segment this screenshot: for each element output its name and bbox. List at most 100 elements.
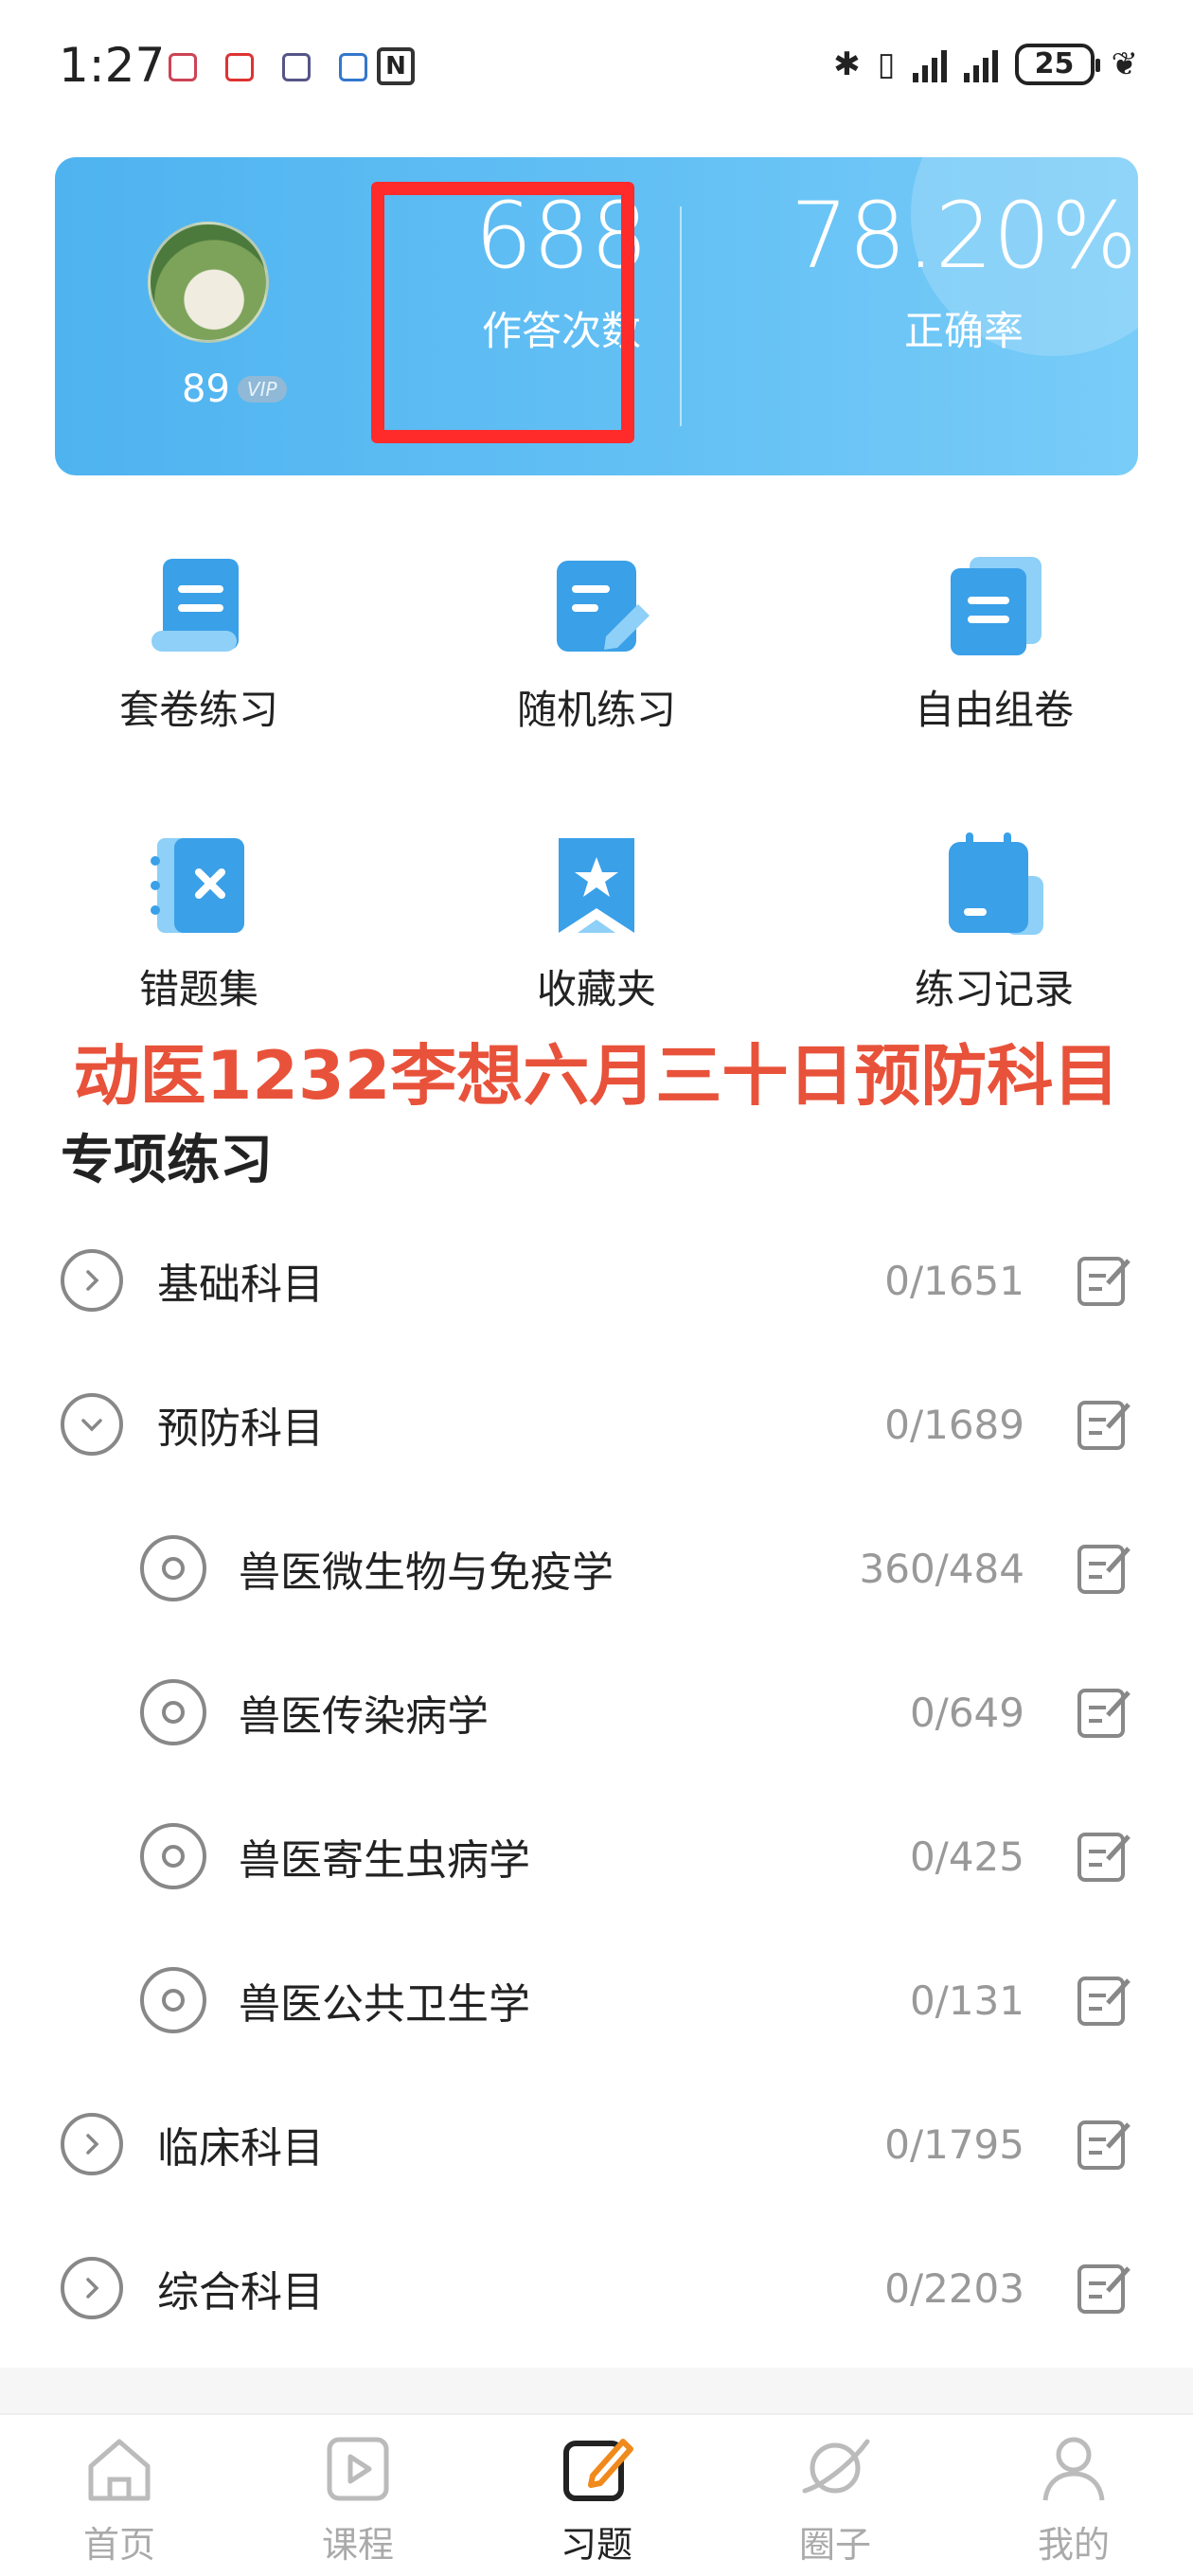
avatar[interactable] (148, 222, 269, 343)
tab-label: 习题 (560, 2524, 632, 2566)
chevron-right-icon[interactable] (61, 2257, 123, 2319)
edit-icon[interactable] (1076, 1971, 1134, 2030)
edit-icon[interactable] (1076, 2259, 1134, 2317)
accuracy-label: 正确率 (903, 308, 1024, 354)
list-item[interactable]: 兽医微生物与免疫学 360/484 (0, 1496, 1193, 1640)
feature-label: 练习记录 (914, 966, 1074, 1012)
edit-icon[interactable] (1076, 1251, 1134, 1310)
chevron-right-icon[interactable] (61, 2113, 123, 2175)
red-highlight-box (371, 182, 634, 443)
stacked-doc-icon (951, 557, 1042, 655)
list-item[interactable]: 兽医公共卫生学 0/131 (0, 1928, 1193, 2072)
vibrate-icon: ▯ (877, 45, 896, 83)
app-notification-icon (169, 53, 197, 81)
tab-community[interactable]: 圈子 (716, 2415, 954, 2576)
app-notification-icon (225, 53, 254, 81)
chevron-down-icon[interactable] (61, 1393, 123, 1456)
chevron-right-icon[interactable] (61, 1249, 123, 1312)
accuracy-stat[interactable]: 78.20% 正确率 (718, 184, 1138, 357)
calendar-icon (949, 832, 1043, 935)
divider (680, 206, 682, 426)
accuracy-value: 78.20% (790, 183, 1138, 289)
status-bar: 1:27 N ✱ ▯ 25 ❦ (0, 0, 1193, 142)
subject-name: 预防科目 (157, 1404, 324, 1453)
subject-progress: 360/484 (859, 1545, 1024, 1592)
feature-favorites[interactable]: 收藏夹 (454, 829, 739, 1015)
feature-wrong-questions[interactable]: 错题集 (57, 829, 341, 1015)
clock: 1:27 (59, 38, 166, 93)
tab-label: 我的 (1037, 2524, 1110, 2566)
feature-custom-paper[interactable]: 自由组卷 (852, 549, 1136, 736)
target-icon (140, 1535, 206, 1601)
target-icon (140, 1823, 206, 1889)
system-indicators: ✱ ▯ 25 ❦ (833, 44, 1138, 85)
feature-label: 随机练习 (516, 687, 676, 733)
edit-icon[interactable] (1076, 1395, 1134, 1454)
list-item[interactable]: 预防科目 0/1689 (0, 1352, 1193, 1496)
play-icon (327, 2437, 389, 2501)
signal-icon (963, 46, 998, 82)
bookmark-star-icon (559, 838, 634, 933)
overlay-annotation: 动医1232李想六月三十日预防科目 (73, 1037, 1120, 1115)
level-number: 89 (182, 367, 230, 411)
feature-label: 自由组卷 (914, 687, 1074, 733)
feature-practice-history[interactable]: 练习记录 (852, 829, 1136, 1015)
user-level: 89 VIP (182, 367, 287, 411)
section-title: 专项练习 (61, 1130, 273, 1191)
subject-name: 兽医传染病学 (239, 1692, 489, 1741)
subject-name: 兽医寄生虫病学 (239, 1836, 530, 1885)
feature-label: 错题集 (138, 966, 258, 1012)
subject-name: 基础科目 (157, 1261, 324, 1309)
subject-name: 临床科目 (157, 2124, 324, 2173)
nfc-icon: N (377, 47, 415, 85)
tab-courses[interactable]: 课程 (239, 2415, 477, 2576)
subject-name: 兽医公共卫生学 (239, 1980, 530, 2029)
tab-exercises[interactable]: 习题 (477, 2415, 716, 2576)
tab-home[interactable]: 首页 (0, 2415, 239, 2576)
tab-label: 首页 (82, 2524, 155, 2566)
bluetooth-icon: ✱ (833, 45, 861, 83)
app-notification-icon (339, 53, 367, 81)
battery-icon: 25 (1014, 44, 1100, 85)
edit-icon[interactable] (1076, 1683, 1134, 1742)
subject-name: 兽医微生物与免疫学 (239, 1548, 614, 1597)
notebook-x-icon (151, 838, 244, 933)
subject-progress: 0/425 (909, 1833, 1024, 1880)
subject-progress: 0/1689 (884, 1401, 1024, 1448)
subject-progress: 0/2203 (884, 2264, 1024, 2312)
target-icon (140, 1679, 206, 1745)
feature-random-practice[interactable]: 随机练习 (454, 549, 739, 736)
subject-progress: 0/1795 (884, 2120, 1024, 2168)
tabbar-shadow (0, 2368, 1193, 2413)
edit-icon (563, 2439, 633, 2501)
subject-progress: 0/649 (909, 1689, 1024, 1736)
edit-icon[interactable] (1076, 2115, 1134, 2174)
vip-badge: VIP (237, 376, 287, 402)
signal-icon (912, 46, 947, 82)
tab-label: 圈子 (798, 2524, 871, 2566)
person-icon (1042, 2437, 1105, 2501)
feature-paper-practice[interactable]: 套卷练习 (57, 549, 341, 736)
edit-doc-icon (557, 561, 650, 652)
edit-icon[interactable] (1076, 1827, 1134, 1886)
feature-label: 套卷练习 (118, 687, 278, 733)
subject-progress: 0/1651 (884, 1257, 1024, 1304)
feature-label: 收藏夹 (536, 966, 656, 1012)
leaf-icon: ❦ (1111, 45, 1139, 83)
list-item[interactable]: 兽医传染病学 0/649 (0, 1640, 1193, 1784)
planet-icon (802, 2439, 870, 2494)
notification-icons (169, 53, 367, 81)
bottom-tab-bar: 首页 课程 习题 圈子 我的 (0, 2413, 1193, 2576)
app-notification-icon (282, 53, 311, 81)
list-item[interactable]: 兽医寄生虫病学 0/425 (0, 1784, 1193, 1928)
tab-label: 课程 (321, 2524, 394, 2566)
list-item[interactable]: 临床科目 0/1795 (0, 2072, 1193, 2216)
subject-name: 综合科目 (157, 2268, 324, 2317)
subject-progress: 0/131 (909, 1977, 1024, 2024)
scroll-doc-icon (151, 559, 239, 652)
list-item[interactable]: 基础科目 0/1651 (0, 1208, 1193, 1352)
home-icon (88, 2439, 151, 2501)
edit-icon[interactable] (1076, 1539, 1134, 1598)
list-item[interactable]: 综合科目 0/2203 (0, 2216, 1193, 2360)
tab-profile[interactable]: 我的 (954, 2415, 1193, 2576)
